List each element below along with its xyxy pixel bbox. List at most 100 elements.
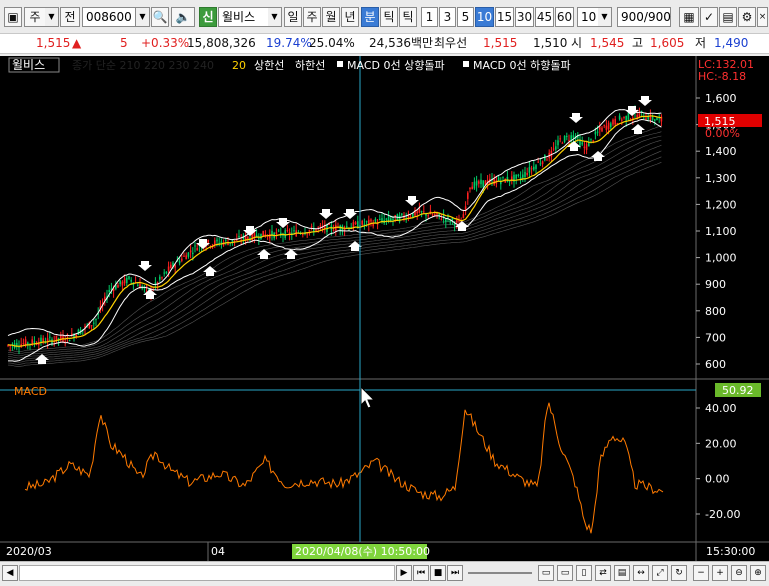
candle-body [572,135,575,139]
candle-body [418,208,421,213]
settings-icon[interactable]: ⚙ [738,7,756,27]
grid-icon[interactable]: ▦ [679,7,699,27]
interval-30-button[interactable]: 30 [515,7,534,27]
chart-type-icon[interactable]: ▯ [576,565,592,581]
stock-code-input[interactable]: 008600 [82,7,136,27]
zoom-plus-icon[interactable]: ⊕ [750,565,766,581]
scroll-right-icon[interactable]: ▶ [396,565,412,581]
candle-body [605,125,608,130]
interval-5-button[interactable]: 5 [457,7,474,27]
view-count-field[interactable]: 900/900 [617,7,671,27]
last-page-icon[interactable]: ⏭ [447,565,463,581]
period-day-button[interactable]: 일 [284,7,302,27]
stock-name-field[interactable]: 윌비스 [218,7,270,27]
count-select[interactable]: 10 [577,7,599,27]
plus-icon[interactable]: + [712,565,728,581]
candle-body [108,290,110,293]
price-tick-label: 1,200 [705,198,737,211]
price-chart-area[interactable]: 윌비스 종가 단순 210 220 230 240 20 상한선 하한선 MAC… [0,56,769,561]
macd-value-text: 50.92 [722,384,754,397]
price-tick-label: 1,600 [705,92,737,105]
candle-body [192,252,194,255]
candle-body [566,136,568,138]
period-minute-button[interactable]: 분 [361,7,379,27]
candle-body [550,150,553,157]
period-week-button[interactable]: 주 [303,7,321,27]
compare-icon[interactable]: ⇄ [595,565,611,581]
close-icon[interactable]: × [757,7,768,27]
candle-body [599,126,601,130]
interval-60-button[interactable]: 60 [555,7,574,27]
signal-arrows-layer [35,96,652,364]
candle-body [594,131,597,135]
minus-icon[interactable]: − [693,565,709,581]
down-signal-arrow [569,113,583,123]
candle-body [640,110,643,112]
mode-dropdown-icon[interactable]: ▼ [45,7,59,27]
interval-10-button[interactable]: 10 [475,7,494,27]
candle-body [370,219,372,222]
layout-icon[interactable]: ▤ [614,565,630,581]
interval-45-button[interactable]: 45 [535,7,554,27]
candle-body [308,230,311,232]
period-extra-button[interactable]: 틱 [399,7,417,27]
scroll-left-icon[interactable]: ◀ [2,565,18,581]
name-dropdown-icon[interactable]: ▼ [268,7,282,27]
zoom-in-icon[interactable]: ▭ [557,565,573,581]
chart-canvas[interactable]: 윌비스 종가 단순 210 220 230 240 20 상한선 하한선 MAC… [0,56,769,561]
prev-button[interactable]: 전 [60,7,80,27]
open-label: 시 [571,36,583,50]
candle-body [90,325,93,327]
period-tick-button[interactable]: 틱 [380,7,398,27]
search-icon[interactable]: 🔍 [151,7,169,27]
save-icon[interactable]: ▤ [719,7,737,27]
scroll-track[interactable] [19,565,395,581]
candle-body [161,277,163,279]
change-value: 5 [120,36,128,50]
interval-1-button[interactable]: 1 [421,7,438,27]
candle-body [508,180,511,182]
candle-body [42,338,44,342]
long-ma-line [7,131,662,355]
count-dropdown-icon[interactable]: ▼ [598,7,612,27]
zoom-slider-track[interactable] [468,572,532,574]
speaker-icon[interactable]: 🔈 [171,7,195,27]
candle-body [473,181,476,189]
window-icon[interactable]: ▣ [4,7,22,27]
candle-body [207,240,209,244]
candle-body [651,116,654,120]
candle-body [467,192,469,199]
zoom-out-icon[interactable]: ▭ [538,565,554,581]
check-icon[interactable]: ✓ [700,7,718,27]
candles-layer [7,105,663,355]
zoom-minus-icon[interactable]: ⊖ [731,565,747,581]
interval-3-button[interactable]: 3 [439,7,456,27]
candle-body [365,221,368,223]
expand-icon[interactable]: ⤢ [652,565,668,581]
candle-body [541,161,544,164]
up-signal-arrow [591,151,605,161]
candle-body [44,342,47,344]
refresh-icon[interactable]: ↻ [671,565,687,581]
candle-body [596,131,599,133]
candle-body [64,340,66,342]
code-dropdown-icon[interactable]: ▼ [136,7,150,27]
long-ma-line [7,135,662,357]
down-signal-arrow [343,209,357,219]
legend-down-marker-icon [463,61,469,67]
interval-15-button[interactable]: 15 [495,7,514,27]
mode-select[interactable]: 주 [24,7,46,27]
candle-body [332,229,335,231]
period-month-button[interactable]: 월 [322,7,340,27]
candle-body [379,219,381,221]
candle-body [255,234,258,237]
legend-stock-name: 윌비스 [12,58,45,72]
fit-icon[interactable]: ↔ [633,565,649,581]
down-signal-arrow [405,196,419,206]
stop-icon[interactable]: ■ [430,565,446,581]
candle-body [524,171,526,177]
first-page-icon[interactable]: ⏮ [413,565,429,581]
period-year-button[interactable]: 년 [341,7,359,27]
candle-body [277,230,280,232]
candle-body [126,277,128,284]
